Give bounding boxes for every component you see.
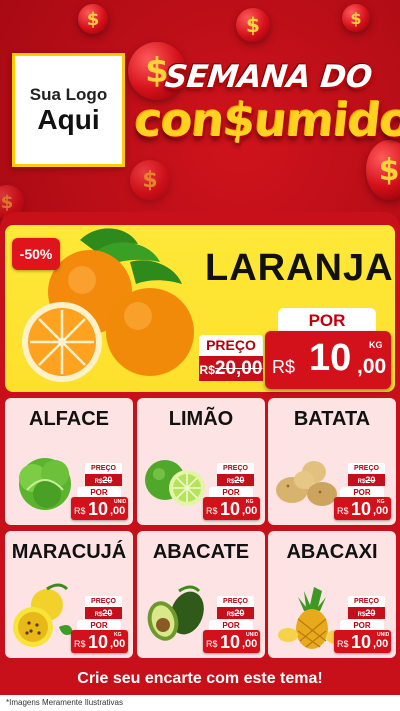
campaign-title-line-2: con$umidor bbox=[132, 93, 400, 147]
limao-image bbox=[145, 460, 205, 506]
old-price-label: PREÇO bbox=[217, 596, 254, 607]
new-price-decimal: ,00 bbox=[242, 638, 258, 650]
campaign-title: SEMANA DO con$umidor bbox=[132, 55, 400, 165]
campaign-title-line-1: SEMANA DO bbox=[163, 59, 374, 95]
new-price-currency: R$ bbox=[74, 639, 86, 649]
product-card-maracuja: MARACUJÁ PREÇO R$20 POR R$ 10 KG ,00 bbox=[5, 531, 133, 658]
new-price: R$ 10 UNID ,00 bbox=[203, 630, 260, 653]
logo-line-2: Aqui bbox=[37, 104, 100, 136]
featured-product-name: LARANJA bbox=[205, 247, 394, 289]
coin-icon: $ bbox=[236, 8, 270, 42]
product-card-abacaxi: ABACAXI PREÇO R$20 POR R$ 10 UNID ,00 bbox=[268, 531, 396, 658]
old-price-value: 20 bbox=[102, 475, 113, 485]
new-price-currency: R$ bbox=[206, 639, 218, 649]
old-price-label: PREÇO bbox=[217, 463, 254, 474]
new-price-integer: 10 bbox=[220, 632, 241, 652]
product-card-alface: ALFACE PREÇO R$20 POR R$ 10 UNID ,00 bbox=[5, 398, 133, 525]
old-price: R$20 bbox=[217, 474, 254, 486]
abacate-image bbox=[147, 585, 204, 641]
cta-banner: Crie seu encarte com este tema! bbox=[77, 670, 323, 687]
new-price-integer: 10 bbox=[351, 632, 372, 652]
new-price-decimal: ,00 bbox=[373, 638, 389, 650]
old-price-label: PREÇO bbox=[85, 596, 122, 607]
footnote: *Imagens Meramente Ilustrativas bbox=[0, 695, 400, 711]
product-name: LIMÃO bbox=[168, 408, 234, 430]
new-price-currency: R$ bbox=[206, 506, 218, 516]
new-price-integer: 10 bbox=[351, 499, 372, 519]
old-price: R$20 bbox=[217, 607, 254, 619]
new-price-currency: R$ bbox=[272, 357, 296, 377]
abacaxi-image bbox=[278, 587, 346, 649]
new-price-integer: 10 bbox=[88, 632, 109, 652]
product-name: MARACUJÁ bbox=[11, 541, 127, 563]
old-price: R$20 bbox=[348, 474, 385, 486]
old-price-value: 20 bbox=[365, 608, 376, 618]
old-price: R$20 bbox=[348, 607, 385, 619]
old-price-value: 20,00 bbox=[214, 358, 263, 379]
old-price: R$20,00 bbox=[199, 356, 263, 381]
coin-icon: $ bbox=[130, 160, 170, 200]
discount-badge: -50% bbox=[12, 238, 60, 270]
old-price-value: 20 bbox=[365, 475, 376, 485]
old-price-value: 20 bbox=[234, 475, 245, 485]
product-card-abacate: ABACATE PREÇO R$20 POR R$ 10 UNID ,00 bbox=[137, 531, 265, 658]
coin-icon: $ bbox=[78, 4, 108, 34]
product-card-limao: LIMÃO PREÇO R$20 POR R$ 10 KG ,00 bbox=[137, 398, 265, 525]
new-price-decimal: ,00 bbox=[357, 355, 387, 378]
new-price: R$ 10 UNID ,00 bbox=[71, 497, 128, 520]
new-price-integer: 10 bbox=[220, 499, 241, 519]
new-price-currency: R$ bbox=[74, 506, 86, 516]
new-price-decimal: ,00 bbox=[373, 505, 389, 517]
maracuja-image bbox=[13, 583, 73, 647]
new-price: R$ 10 KG ,00 bbox=[71, 630, 128, 653]
product-name: ABACAXI bbox=[286, 541, 378, 563]
new-price-integer: 10 bbox=[309, 337, 352, 379]
old-price-value: 20 bbox=[102, 608, 113, 618]
old-price-label: PREÇO bbox=[348, 463, 385, 474]
logo-placeholder: Sua Logo Aqui bbox=[12, 53, 125, 167]
old-price: R$20 bbox=[85, 474, 122, 486]
new-price-decimal: ,00 bbox=[110, 505, 126, 517]
old-price-label: PREÇO bbox=[348, 596, 385, 607]
new-price: R$ 10 KG ,00 bbox=[265, 331, 391, 389]
logo-line-1: Sua Logo bbox=[29, 85, 108, 105]
new-price-currency: R$ bbox=[337, 639, 349, 649]
product-card-batata: BATATA PREÇO R$20 POR R$ 10 KG ,00 bbox=[268, 398, 396, 525]
new-price: R$ 10 KG ,00 bbox=[203, 497, 260, 520]
product-name: ALFACE bbox=[29, 408, 109, 430]
product-name: ABACATE bbox=[152, 541, 250, 563]
price-unit: KG bbox=[369, 340, 383, 350]
new-price-currency: R$ bbox=[337, 506, 349, 516]
new-price-decimal: ,00 bbox=[242, 505, 258, 517]
old-price-currency: R$ bbox=[199, 363, 215, 377]
new-price-decimal: ,00 bbox=[110, 638, 126, 650]
old-price-label: PREÇO bbox=[199, 335, 263, 356]
product-name: BATATA bbox=[293, 408, 371, 430]
alface-image bbox=[19, 458, 71, 510]
old-price: R$20 bbox=[85, 607, 122, 619]
batata-image bbox=[276, 461, 337, 506]
flyer-page: $ $ $ $ $ $ $ Sua Logo Aqui SEMANA DO co… bbox=[0, 0, 400, 711]
new-price-integer: 10 bbox=[88, 499, 109, 519]
new-price: R$ 10 UNID ,00 bbox=[334, 630, 391, 653]
old-price-value: 20 bbox=[234, 608, 245, 618]
new-price: R$ 10 KG ,00 bbox=[334, 497, 391, 520]
coin-icon: $ bbox=[342, 4, 370, 32]
old-price-label: PREÇO bbox=[85, 463, 122, 474]
